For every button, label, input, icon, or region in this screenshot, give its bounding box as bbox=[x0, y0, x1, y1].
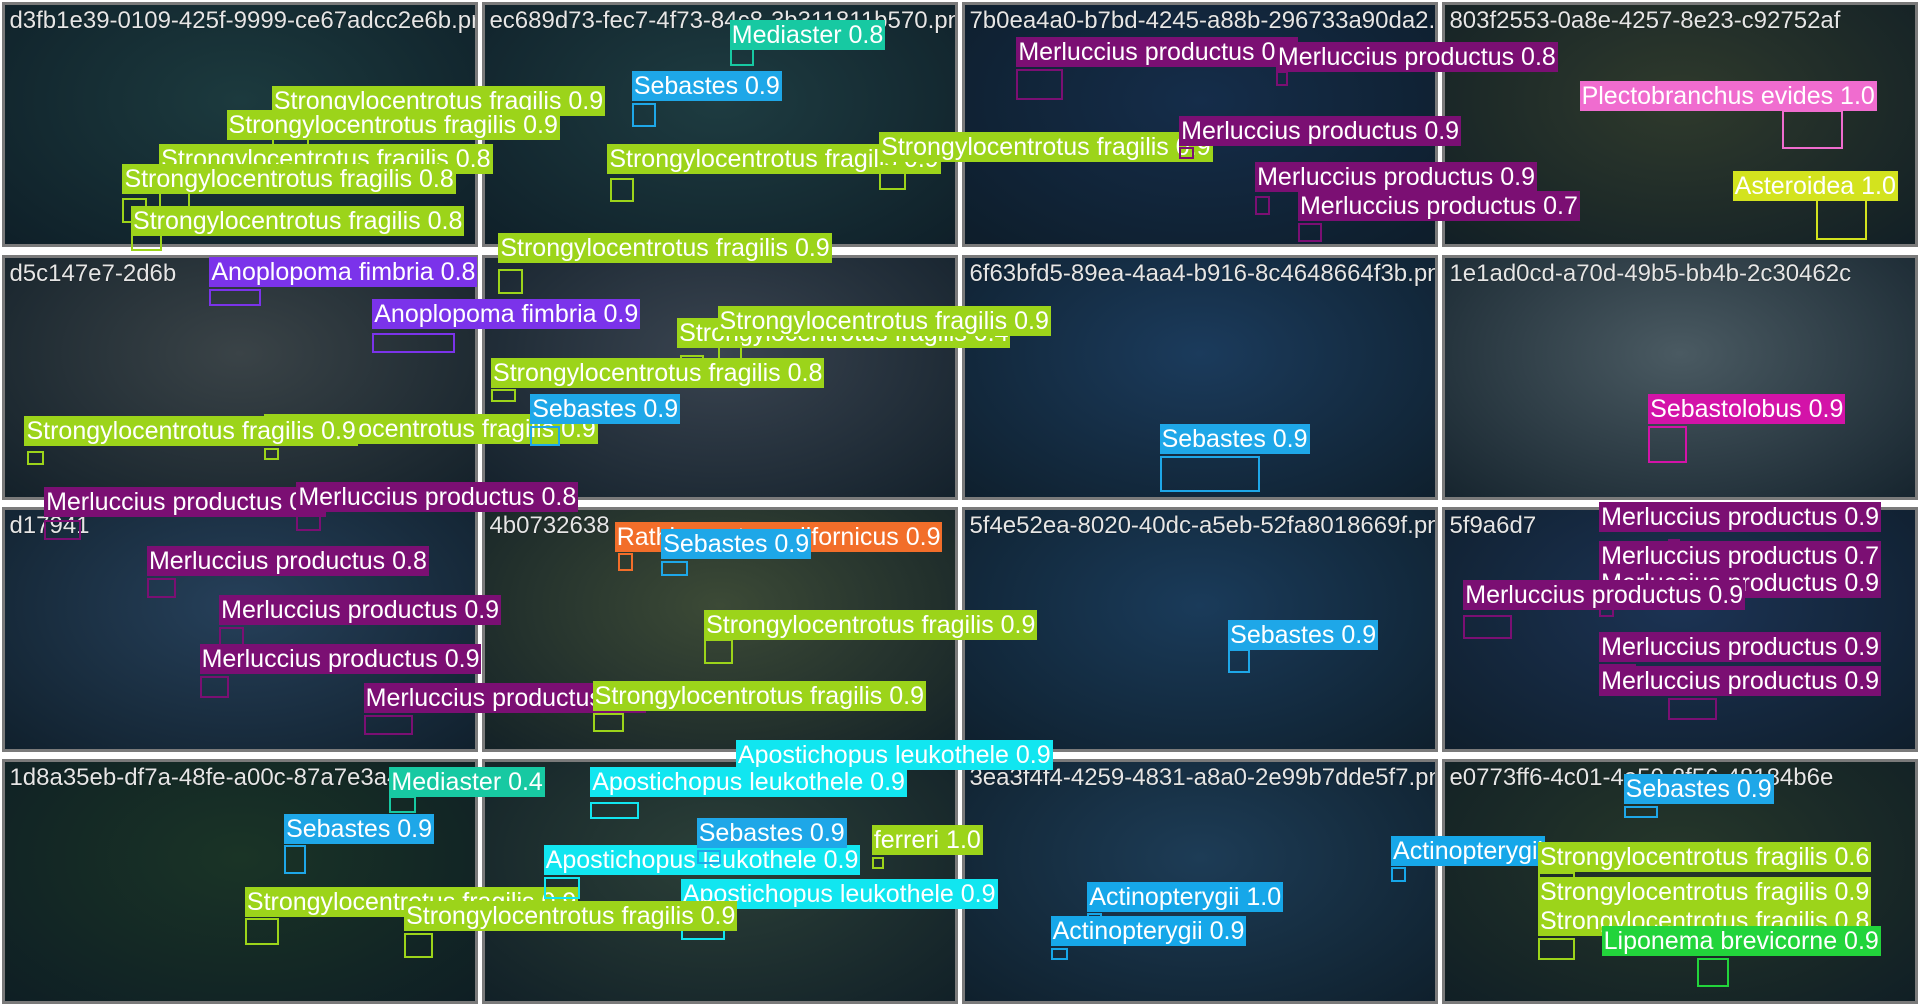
underwater-photo bbox=[965, 762, 1435, 1002]
image-tile: e0773ff6-4c01-4e50-8f56-48184b6e bbox=[1442, 759, 1918, 1005]
image-tile: 5f4e52ea-8020-40dc-a5eb-52fa8018669f.png bbox=[962, 506, 1438, 752]
image-tile bbox=[482, 254, 958, 500]
underwater-photo bbox=[485, 509, 955, 749]
image-tile: 3ea3f4f4-4259-4831-a8a0-2e99b7dde5f7.png bbox=[962, 759, 1438, 1005]
image-tile: 1d8a35eb-df7a-48fe-a00c-87a7e3a41c6e.png bbox=[2, 759, 478, 1005]
underwater-photo bbox=[1445, 257, 1915, 497]
underwater-photo bbox=[5, 762, 475, 1002]
image-mosaic: d3fb1e39-0109-425f-9999-ce67adcc2e6b.png… bbox=[0, 0, 1920, 1008]
image-tile: 4b0732638 bbox=[482, 506, 958, 752]
underwater-photo bbox=[965, 5, 1435, 245]
underwater-photo bbox=[5, 257, 475, 497]
tile-filename: 5f4e52ea-8020-40dc-a5eb-52fa8018669f.png bbox=[969, 511, 1438, 539]
tile-filename: e0773ff6-4c01-4e50-8f56-48184b6e bbox=[1449, 764, 1834, 792]
image-tile: d5c147e7-2d6b bbox=[2, 254, 478, 500]
image-tile: d17941 bbox=[2, 506, 478, 752]
tile-filename: 1d8a35eb-df7a-48fe-a00c-87a7e3a41c6e.png bbox=[9, 764, 478, 792]
tile-filename: d17941 bbox=[9, 511, 90, 539]
image-tile: 803f2553-0a8e-4257-8e23-c92752af bbox=[1442, 2, 1918, 248]
tile-filename: ec689d73-fec7-4f73-84c8-3b311811b570.png bbox=[489, 7, 958, 35]
tile-filename: d3fb1e39-0109-425f-9999-ce67adcc2e6b.png bbox=[9, 7, 478, 35]
image-tile: 6f63bfd5-89ea-4aa4-b916-8c4648664f3b.png bbox=[962, 254, 1438, 500]
tile-filename: 1e1ad0cd-a70d-49b5-bb4b-2c30462c bbox=[1449, 259, 1852, 287]
underwater-photo bbox=[965, 509, 1435, 749]
image-tile: 7b0ea4a0-b7bd-4245-a88b-296733a90da2.png bbox=[962, 2, 1438, 248]
image-tile: 1e1ad0cd-a70d-49b5-bb4b-2c30462c bbox=[1442, 254, 1918, 500]
underwater-photo bbox=[1445, 762, 1915, 1002]
underwater-photo bbox=[5, 5, 475, 245]
underwater-photo bbox=[1445, 5, 1915, 245]
tile-filename: 3ea3f4f4-4259-4831-a8a0-2e99b7dde5f7.png bbox=[969, 764, 1438, 792]
image-tile: ec689d73-fec7-4f73-84c8-3b311811b570.png bbox=[482, 2, 958, 248]
image-tile: d3fb1e39-0109-425f-9999-ce67adcc2e6b.png bbox=[2, 2, 478, 248]
tile-filename: 803f2553-0a8e-4257-8e23-c92752af bbox=[1449, 7, 1841, 35]
underwater-photo bbox=[1445, 509, 1915, 749]
image-tile: 5f9a6d7 bbox=[1442, 506, 1918, 752]
underwater-photo bbox=[485, 257, 955, 497]
tile-filename: 4b0732638 bbox=[489, 511, 610, 539]
image-tile bbox=[482, 759, 958, 1005]
tile-filename: 7b0ea4a0-b7bd-4245-a88b-296733a90da2.png bbox=[969, 7, 1438, 35]
underwater-photo bbox=[965, 257, 1435, 497]
underwater-photo bbox=[485, 762, 955, 1002]
tile-filename: 6f63bfd5-89ea-4aa4-b916-8c4648664f3b.png bbox=[969, 259, 1438, 287]
tile-filename: 5f9a6d7 bbox=[1449, 511, 1537, 539]
tile-filename: d5c147e7-2d6b bbox=[9, 259, 177, 287]
underwater-photo bbox=[485, 5, 955, 245]
underwater-photo bbox=[5, 509, 475, 749]
